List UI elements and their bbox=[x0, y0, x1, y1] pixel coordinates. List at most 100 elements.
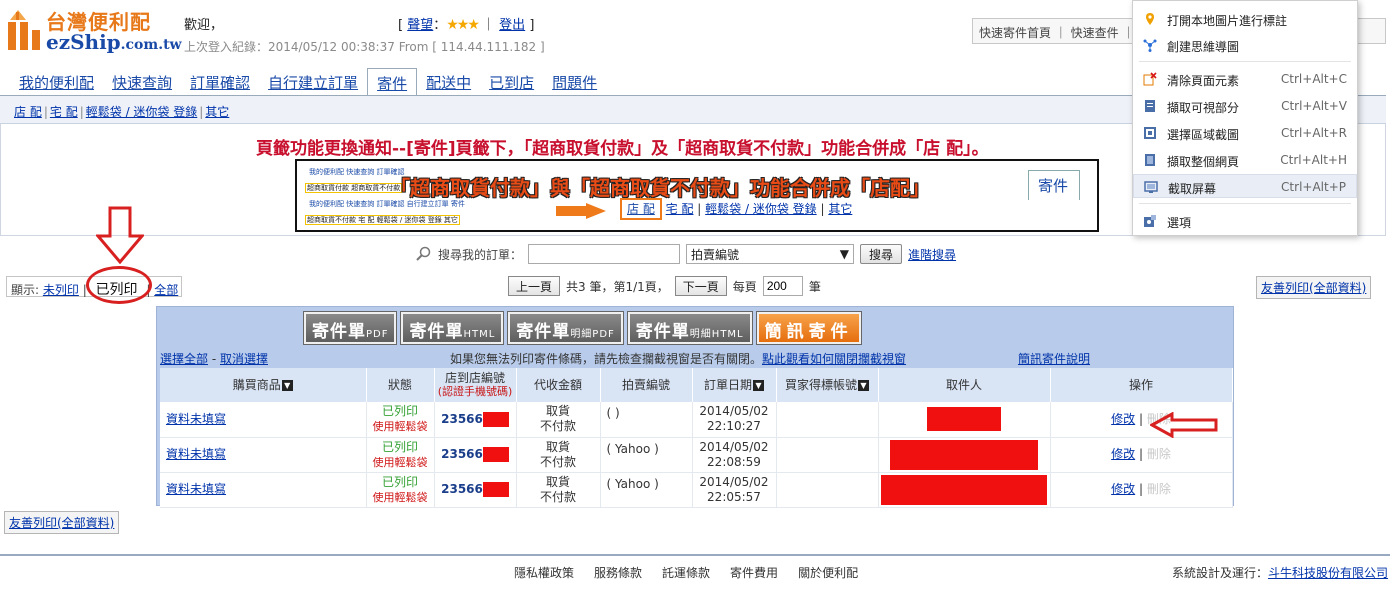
notice-ship-tab: 寄件 bbox=[1028, 170, 1080, 200]
orders-table: 購買商品 ▼ 狀態 店到店編號 (認證手機號碼) 代收金額 拍賣編號 訂單日期 ▼ 買… bbox=[160, 368, 1233, 508]
product-link[interactable]: 資料未填寫 bbox=[166, 412, 226, 426]
print-pdf-button[interactable]: 寄件單PDF bbox=[302, 311, 398, 345]
notice-other-item: 其它 bbox=[828, 202, 853, 216]
menu-capture-visible[interactable]: 擷取可視部分 Ctrl+Alt+V bbox=[1133, 94, 1357, 118]
tab-quick-query[interactable]: 快速查詢 bbox=[103, 68, 181, 96]
footer-divider bbox=[0, 554, 1390, 556]
notice-subnav: 店 配 宅 配 | 輕鬆袋 / 迷你袋 登錄 | 其它 bbox=[620, 198, 853, 220]
tab-delivering[interactable]: 配送中 bbox=[417, 68, 480, 96]
subnav-store[interactable]: 店 配 bbox=[14, 105, 42, 119]
select-all-link[interactable]: 選擇全部 bbox=[160, 352, 208, 366]
redaction bbox=[890, 439, 1038, 470]
popup-help-link[interactable]: 點此觀看如何關閉攔截視窗 bbox=[762, 352, 906, 366]
popup-warning: 如果您無法列印寄件條碼，請先檢查攔截視窗是否有關閉。點此觀看如何關閉攔截視窗 bbox=[450, 352, 907, 366]
col-action: 操作 bbox=[1050, 368, 1233, 402]
col-date[interactable]: 訂單日期 ▼ bbox=[692, 368, 777, 402]
menu-mind-map[interactable]: 創建思維導圖 bbox=[1133, 33, 1357, 57]
menu-open-local-image[interactable]: 打開本地圖片進行標註 bbox=[1133, 7, 1357, 31]
down-arrow-icon bbox=[96, 206, 144, 264]
auction-id: ( Yahoo ) bbox=[600, 437, 693, 473]
col-product[interactable]: 購買商品 ▼ bbox=[160, 368, 367, 402]
footer-company-link[interactable]: 斗牛科技股份有限公司 bbox=[1268, 566, 1388, 580]
context-menu: 打開本地圖片進行標註 創建思維導圖 清除頁面元素 Ctrl+Alt+C 擷取可視部… bbox=[1132, 0, 1358, 236]
product-link[interactable]: 資料未填寫 bbox=[166, 482, 226, 496]
status-text: 已列印 bbox=[381, 404, 418, 419]
clear-element-icon bbox=[1143, 72, 1157, 86]
col-status: 狀態 bbox=[366, 368, 435, 402]
col-store-code: 店到店編號 (認證手機號碼) bbox=[434, 368, 517, 402]
search-field-value: 拍賣編號 bbox=[691, 247, 740, 262]
tab-my-ezship[interactable]: 我的便利配 bbox=[10, 68, 103, 96]
annotation-circle bbox=[86, 266, 152, 304]
friendly-print-bottom[interactable]: 友善列印(全部資料) bbox=[4, 511, 120, 534]
menu-clear-elements[interactable]: 清除頁面元素 Ctrl+Alt+C bbox=[1133, 67, 1357, 91]
per-page-label: 每頁 bbox=[732, 279, 757, 294]
search-input[interactable] bbox=[528, 244, 681, 264]
menu-capture-region[interactable]: 選擇區域截圖 Ctrl+Alt+R bbox=[1133, 121, 1357, 145]
subnav-bag[interactable]: 輕鬆袋 / 迷你袋 登錄 bbox=[86, 105, 198, 119]
tab-create-order[interactable]: 自行建立訂單 bbox=[259, 68, 367, 96]
tab-problem[interactable]: 問題件 bbox=[543, 68, 606, 96]
welcome-text: 歡迎， bbox=[184, 18, 224, 33]
edit-link[interactable]: 修改 bbox=[1111, 447, 1135, 461]
print-detail-pdf-button[interactable]: 寄件單明細PDF bbox=[507, 311, 624, 345]
status-text: 已列印 bbox=[381, 439, 418, 454]
sort-icon: ▼ bbox=[281, 379, 293, 391]
footer-about[interactable]: 關於便利配 bbox=[798, 564, 858, 581]
tab-order-confirm[interactable]: 訂單確認 bbox=[181, 68, 259, 96]
col-recipient: 取件人 bbox=[878, 368, 1051, 402]
logout-link[interactable]: 登出 bbox=[499, 18, 525, 33]
search-button[interactable]: 搜尋 bbox=[860, 244, 903, 264]
deselect-link[interactable]: 取消選擇 bbox=[220, 352, 268, 366]
sms-help-link[interactable]: 簡訊寄件說明 bbox=[1018, 350, 1090, 367]
delete-link[interactable]: 刪除 bbox=[1147, 447, 1171, 461]
product-link[interactable]: 資料未填寫 bbox=[166, 447, 226, 461]
edit-link[interactable]: 修改 bbox=[1111, 412, 1135, 426]
table-row: 資料未填寫 已列印 使用輕鬆袋 23566 取貨 不付款 ( Yahoo ) 201… bbox=[160, 437, 1233, 473]
footer-privacy[interactable]: 隱私權政策 bbox=[514, 564, 574, 581]
menu-options[interactable]: 選項 bbox=[1133, 209, 1357, 233]
edit-link[interactable]: 修改 bbox=[1111, 482, 1135, 496]
delete-link[interactable]: 刪除 bbox=[1147, 482, 1171, 496]
store-code: 23566 bbox=[441, 447, 483, 461]
sort-icon: ▼ bbox=[753, 379, 764, 391]
brand-name-en[interactable]: ezShip.com.tw bbox=[46, 30, 182, 54]
footer-fees[interactable]: 寄件費用 bbox=[730, 564, 778, 581]
advanced-search-link[interactable]: 進階搜尋 bbox=[908, 246, 956, 263]
table-row: 資料未填寫 已列印 使用輕鬆袋 23566 取貨 不付款 ( Yahoo ) 201… bbox=[160, 472, 1233, 508]
footer-shipping-terms[interactable]: 託運條款 bbox=[662, 564, 710, 581]
store-code: 23566 bbox=[441, 482, 483, 496]
tab-arrived[interactable]: 已到店 bbox=[480, 68, 543, 96]
redaction bbox=[881, 474, 1047, 505]
notice-bag-item: 輕鬆袋 / 迷你袋 登錄 bbox=[705, 202, 817, 216]
filter-unprinted[interactable]: 未列印 bbox=[43, 283, 79, 297]
subnav-other[interactable]: 其它 bbox=[205, 105, 229, 119]
sms-ship-button[interactable]: 簡訊寄件 bbox=[755, 311, 862, 345]
options-icon bbox=[1144, 215, 1156, 227]
reputation-link[interactable]: 聲望 bbox=[407, 18, 433, 33]
footer-terms[interactable]: 服務條款 bbox=[594, 564, 642, 581]
notice-home-item: 宅 配 bbox=[665, 202, 694, 216]
search-field-select[interactable]: 拍賣編號 ▼ bbox=[686, 244, 855, 264]
notice-mini-row2b: 超商取貨不付款 宅 配 輕鬆袋 / 迷你袋 登錄 其它 bbox=[305, 215, 460, 225]
menu-separator bbox=[1139, 203, 1351, 204]
prev-page-button[interactable]: 上一頁 bbox=[508, 276, 561, 296]
filter-all[interactable]: 全部 bbox=[154, 283, 178, 297]
per-page-input[interactable] bbox=[762, 276, 803, 296]
notice-mini-row1b: 超商取貨付款 超商取貨不付款 bbox=[305, 183, 403, 193]
footer-links: 隱私權政策 服務條款 託運條款 寄件費用 關於便利配 bbox=[514, 564, 858, 581]
last-login-info: 上次登入紀錄：2014/05/12 00:38:37 From [ 114.44… bbox=[184, 40, 545, 54]
col-buyer[interactable]: 買家得標帳號 ▼ bbox=[776, 368, 879, 402]
menu-capture-screen[interactable]: 截取屏幕 Ctrl+Alt+P bbox=[1133, 174, 1357, 198]
table-row: 資料未填寫 已列印 使用輕鬆袋 23566 取貨 不付款 ( ) 2014/05/0… bbox=[160, 402, 1233, 438]
subnav-home[interactable]: 宅 配 bbox=[50, 105, 78, 119]
map-pin-icon bbox=[1146, 13, 1154, 25]
print-buttons: 寄件單PDF 寄件單HTML 寄件單明細PDF 寄件單明細HTML 簡訊寄件 bbox=[302, 311, 862, 345]
menu-capture-page[interactable]: 擷取整個網頁 Ctrl+Alt+H bbox=[1133, 148, 1357, 172]
tab-ship[interactable]: 寄件 bbox=[367, 68, 418, 96]
reputation-stars: ★★★ bbox=[446, 17, 480, 33]
friendly-print-top[interactable]: 友善列印(全部資料) bbox=[1256, 276, 1372, 299]
next-page-button[interactable]: 下一頁 bbox=[674, 276, 727, 296]
print-detail-html-button[interactable]: 寄件單明細HTML bbox=[626, 311, 753, 345]
print-html-button[interactable]: 寄件單HTML bbox=[400, 311, 505, 345]
